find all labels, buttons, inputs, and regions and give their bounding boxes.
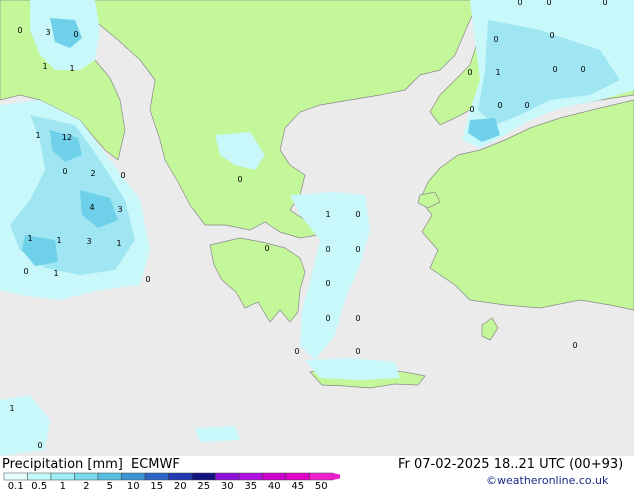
point-value: 0 (237, 175, 242, 184)
point-value: 0 (325, 314, 330, 323)
point-value: 0 (17, 26, 22, 35)
point-value: 4 (89, 203, 94, 212)
point-value: 0 (325, 245, 330, 254)
point-value: 1 (69, 64, 74, 73)
point-value: 0 (73, 30, 78, 39)
point-value: 1 (35, 131, 40, 140)
point-value: 0 (552, 65, 557, 74)
point-value: 3 (117, 205, 122, 214)
point-value: 0 (580, 65, 585, 74)
precip-crete-south (305, 358, 400, 380)
legend-tick-label: 0.1 (8, 481, 24, 490)
legend-swatch (262, 472, 287, 481)
legend-swatch (191, 472, 216, 481)
point-value: 0 (264, 244, 269, 253)
legend-tick-label: 45 (291, 481, 304, 490)
legend-tick-label: 1 (60, 481, 66, 490)
point-value: 0 (62, 167, 67, 176)
point-value: 0 (325, 279, 330, 288)
legend-swatch (215, 472, 240, 481)
legend-tick-label: 0.5 (31, 481, 47, 490)
valid-time: Fr 07-02-2025 18..21 UTC (00+93) (398, 457, 624, 472)
legend-tick-label: 30 (221, 481, 234, 490)
credit: ©weatheronline.co.uk (486, 474, 609, 487)
point-value: 0 (524, 101, 529, 110)
point-value: 1 (53, 269, 58, 278)
point-value: 0 (493, 35, 498, 44)
point-value: 0 (37, 441, 42, 450)
point-value: 1 (42, 62, 47, 71)
legend-tick-label: 35 (244, 481, 257, 490)
legend-swatch (74, 472, 99, 481)
point-value: 1 (495, 68, 500, 77)
legend-swatch (309, 472, 334, 481)
legend-swatch (50, 472, 75, 481)
point-value: 0 (602, 0, 607, 7)
point-value: 1 (116, 239, 121, 248)
precip-legend: 0.1 0.5 1 2 5 10 15 20 25 30 35 40 45 50 (3, 472, 340, 490)
point-value: 1 (325, 210, 330, 219)
legend-tick-label: 10 (127, 481, 140, 490)
point-value: 0 (294, 347, 299, 356)
legend-tick-label: 5 (107, 481, 113, 490)
legend-tick-label: 25 (197, 481, 210, 490)
point-value: 0 (467, 68, 472, 77)
point-value: 3 (86, 237, 91, 246)
point-value: 2 (90, 169, 95, 178)
point-value: 0 (355, 314, 360, 323)
point-value: 0 (355, 245, 360, 254)
legend-tick-label: 50 (315, 481, 328, 490)
point-value: 0 (469, 105, 474, 114)
point-value: 0 (572, 341, 577, 350)
point-value: 1 (9, 404, 14, 413)
legend-swatch (168, 472, 193, 481)
point-value: 0 (145, 275, 150, 284)
point-value: 0 (120, 171, 125, 180)
precipitation-map: 0 3 0 1 1 1 12 0 2 0 4 3 1 1 3 1 0 1 0 0 1 0 0 0 0 0 0 0 0 0 0 0 0 0 1 0 0 0 0… (0, 0, 634, 456)
legend-tick-label: 2 (83, 481, 89, 490)
point-value: 0 (549, 31, 554, 40)
legend-tick-label: 40 (268, 481, 281, 490)
point-value: 0 (497, 101, 502, 110)
legend-tick-label: 20 (174, 481, 187, 490)
point-value: 0 (355, 347, 360, 356)
legend-swatch (121, 472, 146, 481)
point-value: 0 (517, 0, 522, 7)
legend-swatch (144, 472, 169, 481)
legend-swatch (27, 472, 52, 481)
point-value: 0 (546, 0, 551, 7)
precip-south (195, 426, 240, 442)
legend-swatch (97, 472, 122, 481)
point-value: 12 (62, 133, 72, 142)
point-value: 0 (23, 267, 28, 276)
legend-swatch (238, 472, 263, 481)
point-value: 1 (56, 236, 61, 245)
footer-bar: Precipitation [mm] ECMWF Fr 07-02-2025 1… (0, 456, 634, 490)
point-value: 0 (355, 210, 360, 219)
legend-swatch (3, 472, 28, 481)
legend-tick-label: 15 (150, 481, 163, 490)
point-value: 3 (45, 28, 50, 37)
legend-swatch (285, 472, 310, 481)
legend-arrow (333, 473, 340, 480)
point-value: 1 (27, 234, 32, 243)
